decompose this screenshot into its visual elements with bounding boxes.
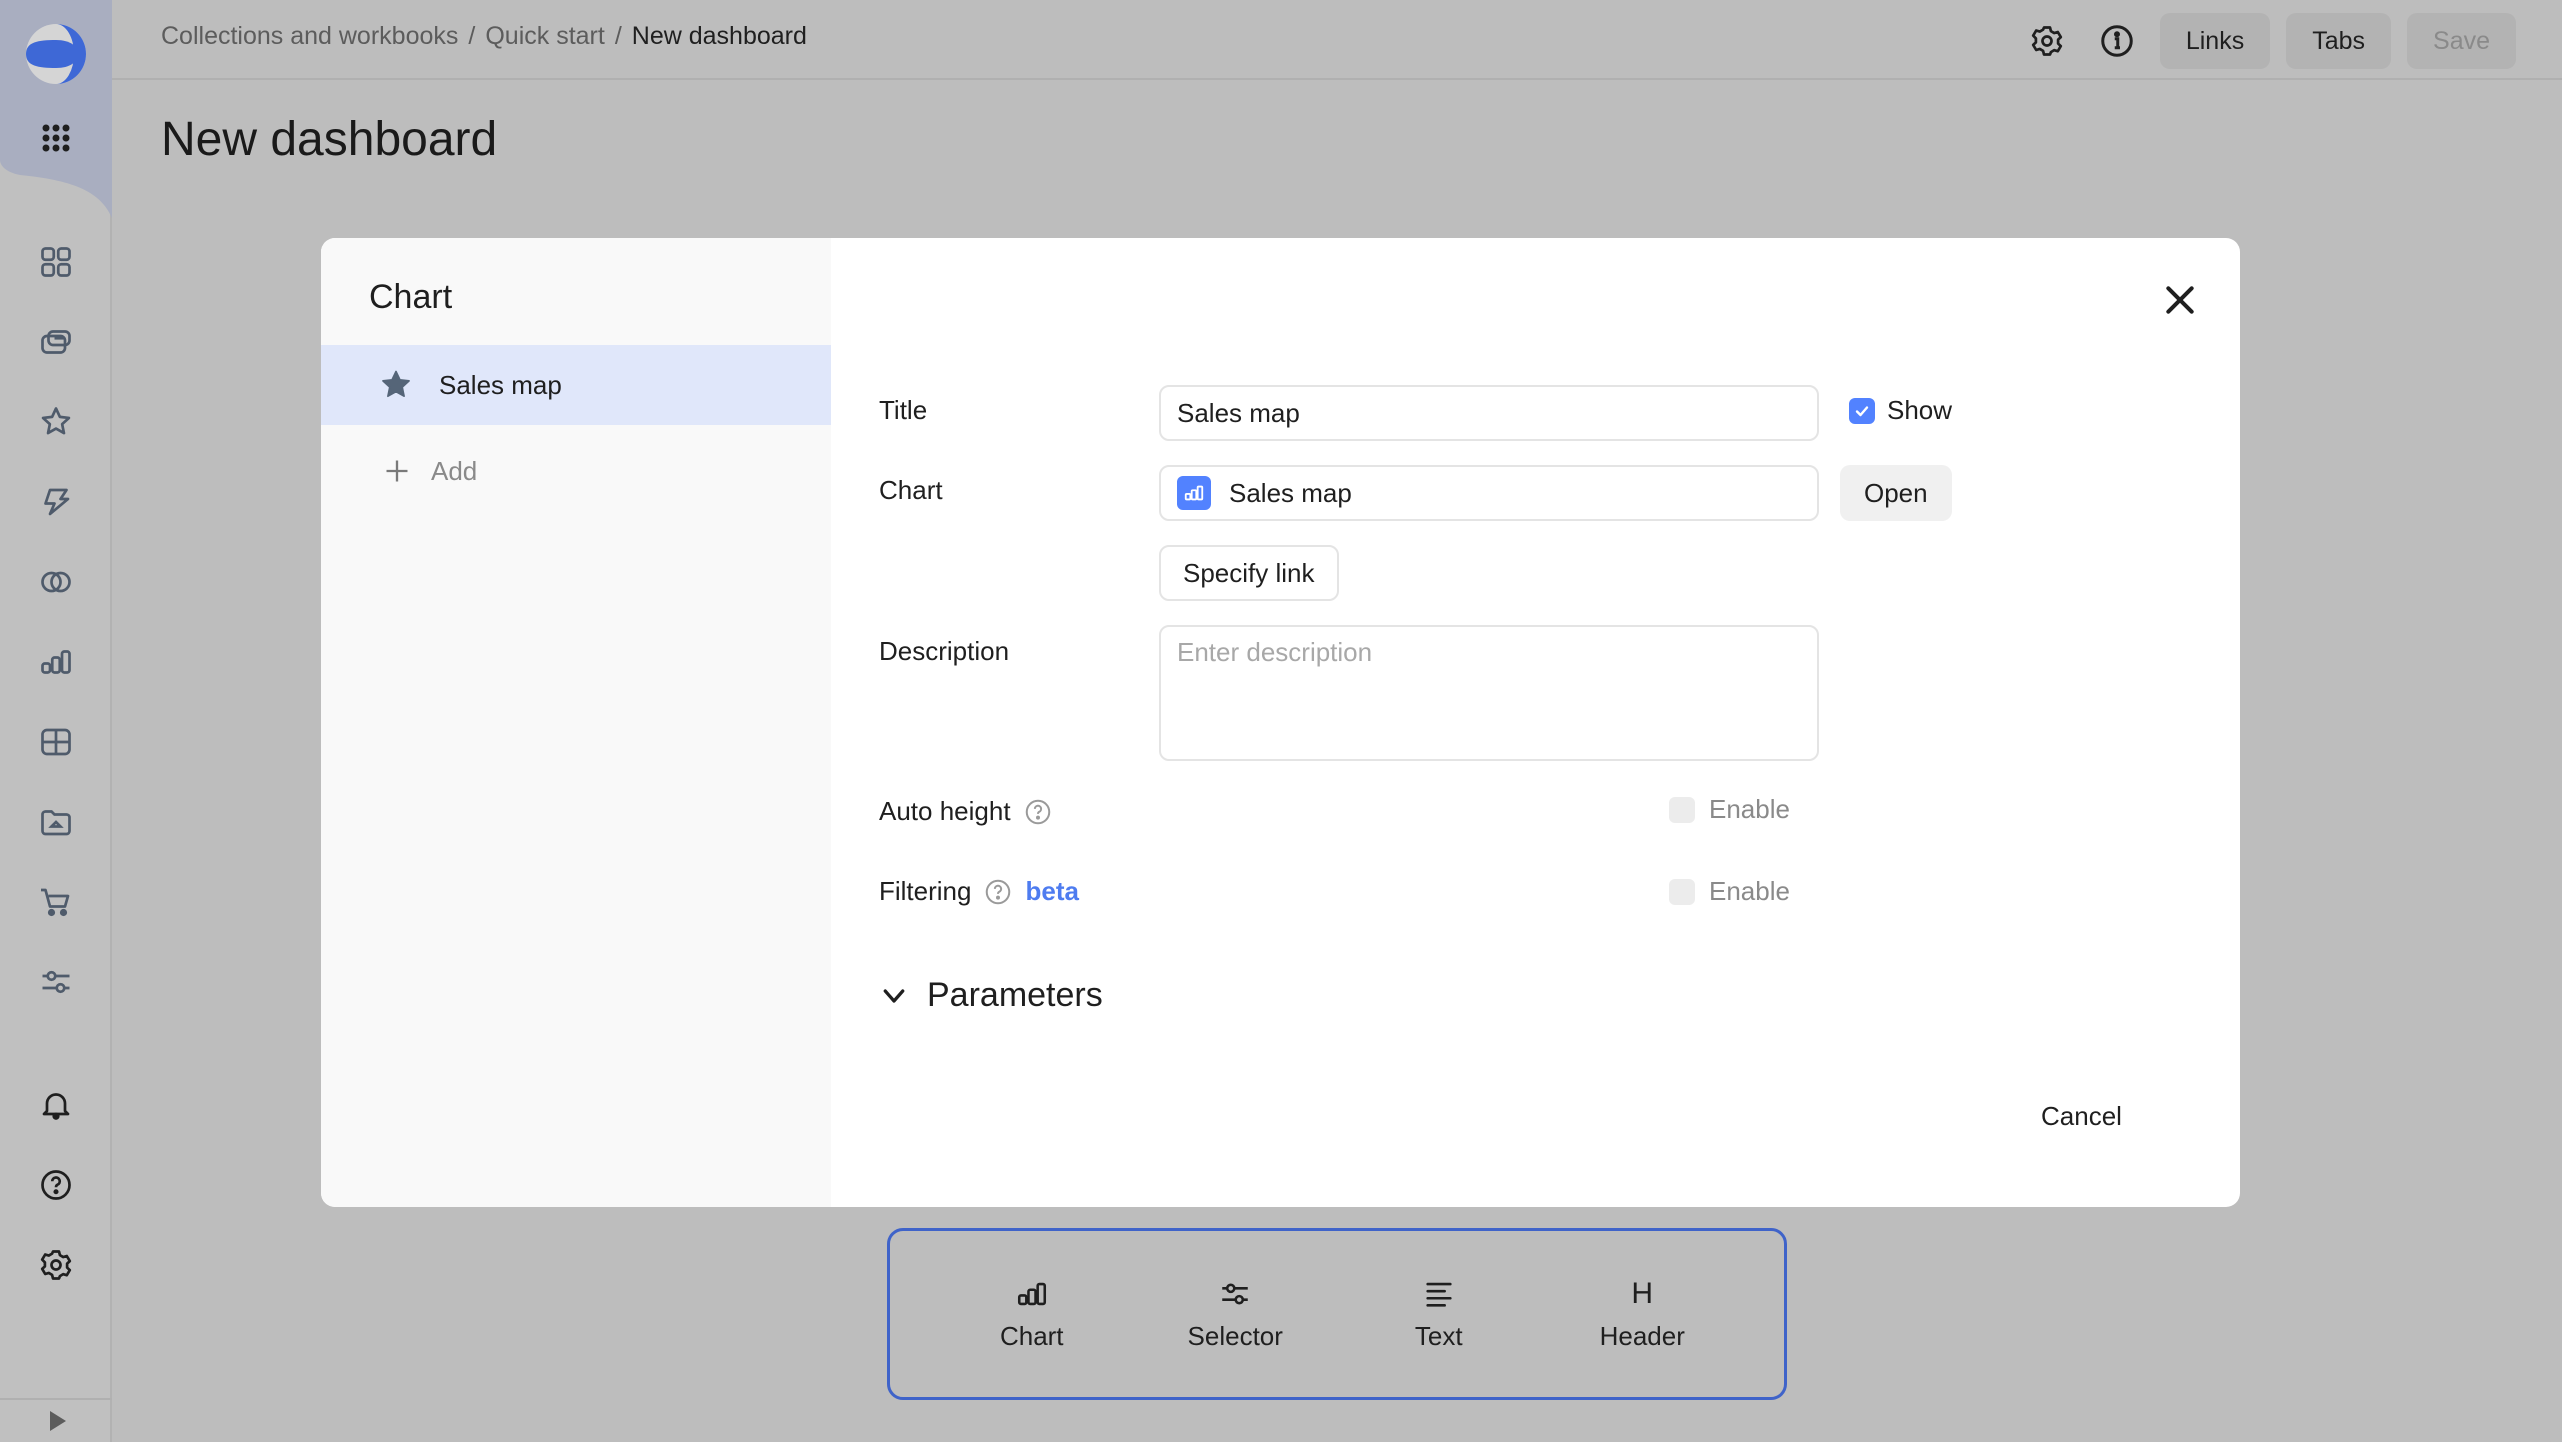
expand-sidebar-icon[interactable] xyxy=(44,1408,70,1434)
toolbar-item-header[interactable]: H Header xyxy=(1562,1277,1722,1352)
chart-type-badge xyxy=(1177,476,1211,510)
text-icon xyxy=(1426,1282,1452,1307)
reports-icon[interactable] xyxy=(36,802,76,842)
title-input[interactable]: Sales map xyxy=(1159,385,1819,441)
open-chart-button[interactable]: Open xyxy=(1840,465,1952,521)
cancel-button[interactable]: Cancel xyxy=(2017,1080,2146,1152)
checkbox-checked[interactable] xyxy=(1849,397,1875,424)
breadcrumb-separator: / xyxy=(468,22,476,50)
connections-icon[interactable] xyxy=(36,482,76,522)
chart-icon xyxy=(1184,485,1204,501)
collections-icon[interactable] xyxy=(36,322,76,362)
gear-icon xyxy=(2031,26,2062,56)
favorites-icon[interactable] xyxy=(36,402,76,442)
dashboards-icon[interactable] xyxy=(36,722,76,762)
dialog-title: Chart xyxy=(369,278,453,316)
checkbox-unchecked[interactable] xyxy=(1669,878,1695,905)
beta-badge: beta xyxy=(1025,876,1079,906)
parameters-label: Parameters xyxy=(927,976,1103,1014)
toolbar-item-text[interactable]: Text xyxy=(1359,1277,1519,1352)
show-title-checkbox[interactable]: Show xyxy=(1849,395,1952,426)
info-icon xyxy=(2101,25,2133,57)
checkbox-unchecked[interactable] xyxy=(1669,796,1695,823)
breadcrumb-item-current: New dashboard xyxy=(631,22,807,50)
apps-grid-icon[interactable] xyxy=(36,118,76,158)
widget-settings-panel: Title Sales map Show Chart Sales map Ope… xyxy=(831,238,2240,1207)
settings-sliders-icon[interactable] xyxy=(36,962,76,1002)
title-label: Title xyxy=(879,395,928,425)
links-button[interactable]: Links xyxy=(2159,13,2271,69)
description-label: Description xyxy=(879,636,1010,666)
breadcrumb-item-workbook[interactable]: Quick start xyxy=(485,22,604,51)
logo-icon[interactable] xyxy=(24,22,88,86)
chevron-down-icon xyxy=(883,988,905,1003)
filtering-checkbox[interactable]: Enable xyxy=(1669,876,1790,907)
toolbar-item-label: Chart xyxy=(999,1320,1064,1351)
toolbar-item-chart[interactable]: Chart xyxy=(952,1277,1112,1352)
auto-height-enable-label: Enable xyxy=(1709,794,1790,824)
toolbar-item-label: Selector xyxy=(1187,1320,1283,1351)
marketplace-icon[interactable] xyxy=(36,882,76,922)
add-widget-toolbar: Chart Selector Text H Header xyxy=(887,1228,1787,1400)
sidebar-divider xyxy=(0,1398,112,1400)
description-textarea[interactable]: Enter description xyxy=(1159,625,1819,761)
header-actions: Links Tabs Save xyxy=(2020,13,2516,69)
sidebar xyxy=(0,0,112,1442)
widget-list-item-label: Sales map xyxy=(439,369,562,400)
filtering-enable-label: Enable xyxy=(1709,876,1790,906)
specify-link-button[interactable]: Specify link xyxy=(1159,545,1339,601)
help-icon[interactable] xyxy=(1023,797,1053,827)
breadcrumb-item-collections[interactable]: Collections and workbooks xyxy=(161,22,458,51)
chart-widget-dialog: Chart Sales map Add Title Sales map Show… xyxy=(321,238,2240,1207)
star-icon[interactable] xyxy=(379,368,413,402)
breadcrumb: Collections and workbooks / Quick start … xyxy=(161,22,807,51)
tabs-button[interactable]: Tabs xyxy=(2286,13,2392,69)
info-button[interactable] xyxy=(2090,14,2144,68)
filtering-label: Filtering xyxy=(879,876,972,906)
toolbar-item-label: Header xyxy=(1599,1320,1685,1351)
chart-label: Chart xyxy=(879,475,943,505)
dashboard-settings-button[interactable] xyxy=(2020,14,2074,68)
widget-list-panel: Chart Sales map Add xyxy=(321,238,831,1207)
breadcrumb-separator: / xyxy=(614,22,622,50)
checkmark-icon xyxy=(1855,405,1869,416)
add-widget-label: Add xyxy=(431,455,478,486)
help-icon[interactable] xyxy=(36,1165,76,1205)
widget-list-item[interactable]: Sales map xyxy=(321,345,831,425)
header: Collections and workbooks / Quick start … xyxy=(112,0,2562,80)
toolbar-item-selector[interactable]: Selector xyxy=(1155,1277,1315,1352)
filtering-label-row: Filtering beta xyxy=(879,876,1079,907)
show-title-label: Show xyxy=(1887,395,1953,425)
chart-icon xyxy=(1017,1282,1046,1305)
notifications-icon[interactable] xyxy=(36,1085,76,1125)
chart-select-value: Sales map xyxy=(1229,477,1352,508)
chart-select[interactable]: Sales map xyxy=(1159,465,1819,521)
save-button[interactable]: Save xyxy=(2407,13,2516,69)
add-widget-button[interactable]: Add xyxy=(383,446,477,496)
page-title: New dashboard xyxy=(161,113,498,166)
charts-icon[interactable] xyxy=(36,642,76,682)
toolbar-item-label: Text xyxy=(1414,1320,1463,1351)
help-icon[interactable] xyxy=(983,877,1013,907)
auto-height-label: Auto height xyxy=(879,796,1011,826)
settings-icon[interactable] xyxy=(36,1245,76,1285)
all-objects-icon[interactable] xyxy=(36,242,76,282)
auto-height-checkbox[interactable]: Enable xyxy=(1669,794,1790,825)
datasets-icon[interactable] xyxy=(36,562,76,602)
header-icon: H xyxy=(1631,1276,1654,1310)
selector-icon xyxy=(1222,1283,1248,1304)
close-icon[interactable] xyxy=(2160,280,2200,320)
plus-icon xyxy=(386,460,408,482)
auto-height-label-row: Auto height xyxy=(879,796,1053,827)
parameters-toggle[interactable]: Parameters xyxy=(879,976,1103,1015)
